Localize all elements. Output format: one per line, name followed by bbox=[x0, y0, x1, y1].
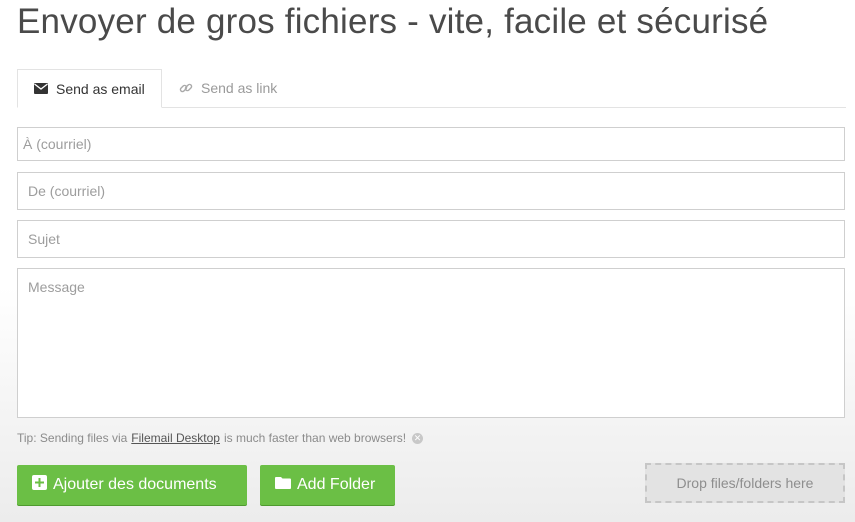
add-folder-button[interactable]: Add Folder bbox=[260, 465, 395, 505]
tab-send-as-email[interactable]: Send as email bbox=[17, 69, 162, 108]
folder-icon bbox=[275, 476, 291, 494]
tab-send-as-link[interactable]: Send as link bbox=[163, 69, 293, 106]
message-field[interactable] bbox=[17, 268, 845, 418]
drop-zone-label: Drop files/folders here bbox=[676, 475, 814, 491]
page-title: Envoyer de gros fichiers - vite, facile … bbox=[17, 2, 769, 41]
to-email-field[interactable] bbox=[17, 127, 845, 161]
from-email-field[interactable] bbox=[17, 172, 845, 210]
close-tip-icon[interactable]: ✕ bbox=[412, 432, 424, 444]
filemail-desktop-link[interactable]: Filemail Desktop bbox=[131, 431, 220, 445]
add-folder-label: Add Folder bbox=[297, 476, 376, 493]
envelope-icon bbox=[34, 83, 48, 94]
tip-suffix: is much faster than web browsers! bbox=[223, 431, 407, 445]
add-documents-button[interactable]: Ajouter des documents bbox=[17, 465, 247, 505]
tip-prefix: Tip: Sending files via bbox=[17, 431, 128, 445]
link-icon bbox=[179, 81, 193, 95]
drop-zone[interactable]: Drop files/folders here bbox=[645, 463, 845, 503]
subject-field[interactable] bbox=[17, 220, 845, 258]
send-mode-tabs: Send as email Send as link bbox=[17, 69, 846, 108]
add-documents-label: Ajouter des documents bbox=[53, 476, 217, 493]
tab-label: Send as link bbox=[201, 79, 278, 96]
desktop-tip: Tip: Sending files via Filemail Desktop … bbox=[17, 431, 424, 445]
plus-square-icon bbox=[32, 475, 47, 495]
tab-label: Send as email bbox=[56, 80, 145, 97]
